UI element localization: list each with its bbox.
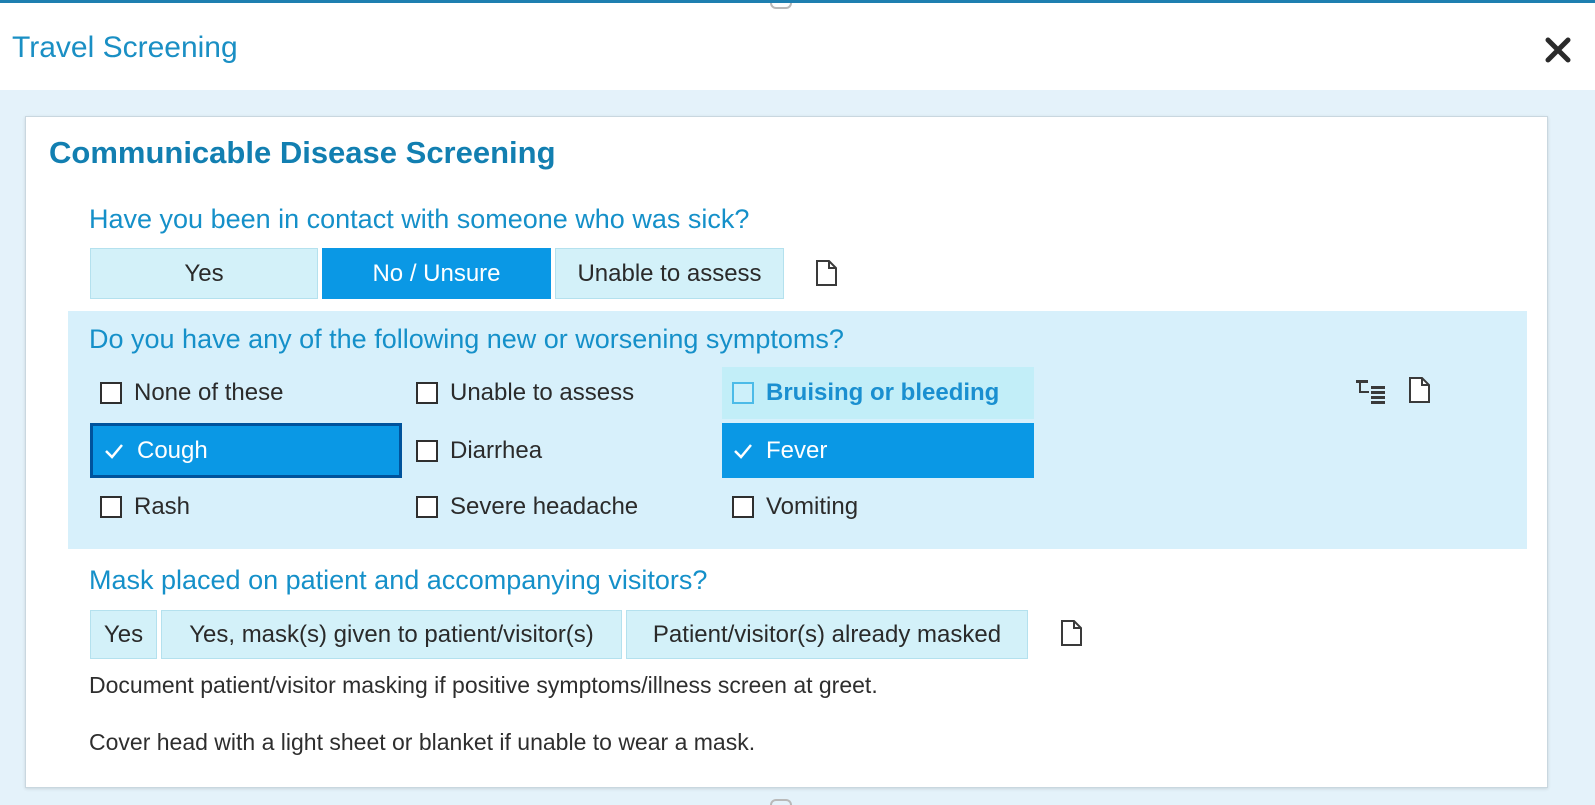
symptom-label: Unable to assess — [450, 379, 635, 406]
symptom-diarrhea[interactable]: Diarrhea — [406, 423, 716, 478]
symptom-cough[interactable]: Cough — [90, 423, 402, 478]
mask-question: Mask placed on patient and accompanying … — [89, 565, 708, 595]
checkbox-icon — [732, 382, 754, 404]
symptom-rash[interactable]: Rash — [90, 481, 402, 533]
mask-already-masked-button[interactable]: Patient/visitor(s) already masked — [626, 610, 1028, 659]
symptom-vomiting[interactable]: Vomiting — [722, 481, 1034, 533]
symptom-label: Rash — [134, 493, 191, 520]
window-header: Travel Screening — [0, 0, 1595, 90]
symptom-severe-headache[interactable]: Severe headache — [406, 481, 716, 533]
symptom-label: Diarrhea — [450, 436, 543, 464]
symptom-label: Fever — [766, 436, 828, 464]
screening-panel: Communicable Disease Screening Have you … — [25, 116, 1548, 788]
resize-handle-top[interactable] — [770, 3, 792, 9]
note-icon[interactable] — [815, 260, 837, 286]
checkbox-icon — [732, 496, 754, 518]
symptom-label: None of these — [134, 379, 284, 406]
close-button[interactable] — [1541, 33, 1575, 67]
symptoms-question: Do you have any of the following new or … — [89, 324, 844, 354]
symptom-label: Cough — [137, 436, 208, 464]
checkbox-icon — [416, 382, 438, 404]
mask-given-button[interactable]: Yes, mask(s) given to patient/visitor(s) — [161, 610, 622, 659]
checkmark-icon — [734, 443, 752, 459]
close-icon — [1545, 37, 1571, 63]
contact-no-unsure-button[interactable]: No / Unsure — [322, 248, 551, 299]
checkmark-icon — [105, 443, 123, 459]
checkbox-icon — [416, 439, 438, 462]
mask-yes-button[interactable]: Yes — [90, 610, 157, 659]
note-icon[interactable] — [1060, 620, 1082, 646]
resize-handle-bottom[interactable] — [770, 799, 792, 805]
masking-hint: Document patient/visitor masking if posi… — [89, 672, 878, 698]
symptom-label: Severe headache — [450, 493, 639, 520]
contact-unable-to-assess-button[interactable]: Unable to assess — [555, 248, 784, 299]
section-title: Communicable Disease Screening — [49, 135, 556, 170]
contact-question: Have you been in contact with someone wh… — [89, 204, 750, 234]
checkbox-icon — [100, 382, 122, 404]
note-icon[interactable] — [1408, 377, 1430, 403]
symptom-unable-to-assess[interactable]: Unable to assess — [406, 367, 716, 419]
cover-head-hint: Cover head with a light sheet or blanket… — [89, 729, 756, 755]
list-tree-icon[interactable] — [1355, 377, 1387, 405]
contact-yes-button[interactable]: Yes — [90, 248, 318, 299]
symptom-bruising-or-bleeding[interactable]: Bruising or bleeding — [722, 367, 1034, 419]
checkbox-icon — [100, 496, 122, 518]
symptoms-section: Do you have any of the following new or … — [68, 311, 1527, 549]
symptom-fever[interactable]: Fever — [722, 423, 1034, 478]
mask-options: Yes Yes, mask(s) given to patient/visito… — [90, 610, 1028, 659]
symptom-label: Bruising or bleeding — [766, 379, 1000, 406]
contact-options: Yes No / Unsure Unable to assess — [90, 248, 784, 299]
window-title: Travel Screening — [12, 31, 238, 64]
checkbox-icon — [416, 496, 438, 518]
symptom-label: Vomiting — [766, 493, 859, 520]
symptom-none-of-these[interactable]: None of these — [90, 367, 402, 419]
